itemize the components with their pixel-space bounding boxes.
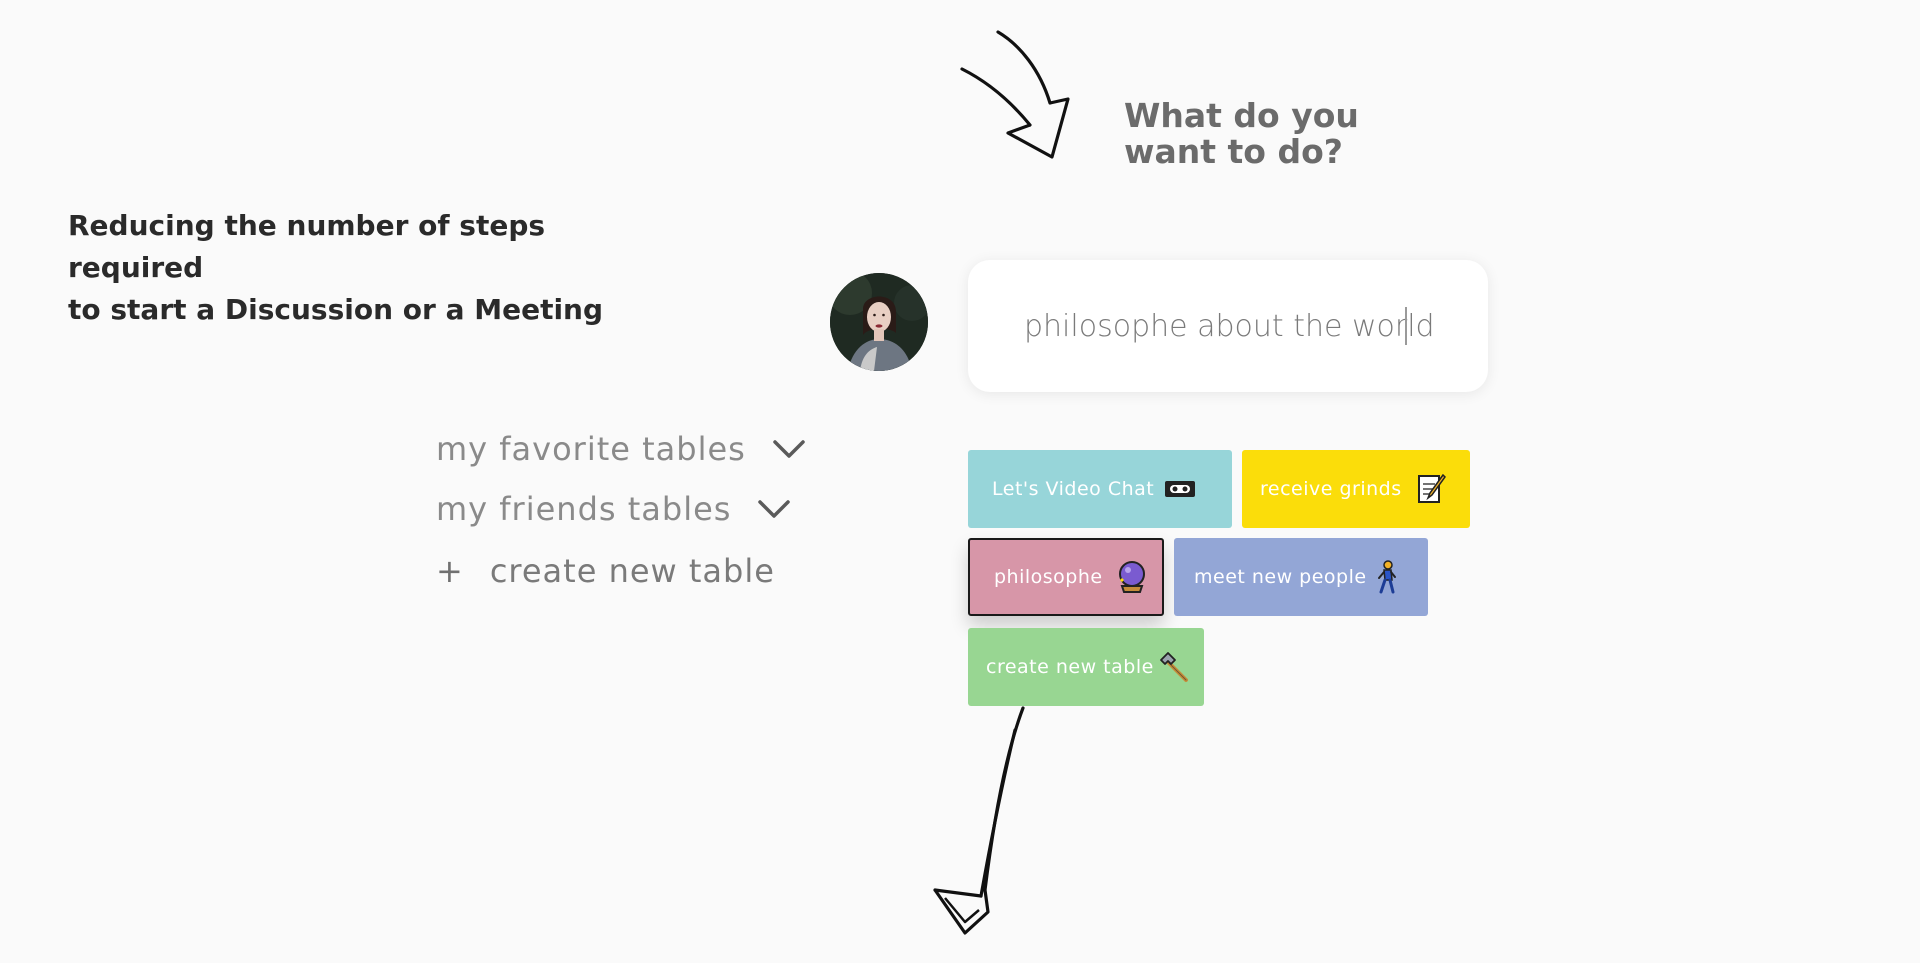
avatar[interactable] — [830, 273, 928, 371]
my-friends-tables-label: my friends tables — [436, 490, 732, 528]
chevron-down-icon — [773, 440, 805, 458]
create-new-table-chip[interactable]: create new table — [968, 628, 1204, 706]
my-friends-tables-toggle[interactable]: my friends tables — [436, 490, 791, 528]
user-portrait-icon — [830, 273, 928, 371]
video-chat-chip[interactable]: Let's Video Chat — [968, 450, 1232, 528]
person-walking-icon — [1378, 560, 1396, 594]
receive-grinds-label: receive grinds — [1260, 478, 1402, 500]
hand-drawn-arrow-icon — [960, 30, 1070, 159]
page-title: What do you want to do? — [1124, 98, 1384, 170]
text-caret — [1405, 307, 1407, 345]
memo-icon — [1418, 473, 1446, 503]
create-new-table-label: create new table — [489, 552, 775, 590]
chevron-down-icon — [758, 500, 791, 518]
my-favorite-tables-toggle[interactable]: my favorite tables — [436, 430, 806, 468]
crystal-ball-icon — [1119, 561, 1145, 593]
description-line-1: Reducing the number of steps required — [68, 209, 546, 284]
title-line-1: What do you — [1124, 96, 1359, 135]
create-new-table-link[interactable]: + create new table — [436, 552, 775, 590]
meet-new-people-chip[interactable]: meet new people — [1174, 538, 1428, 616]
activity-input-card — [968, 260, 1488, 392]
my-favorite-tables-label: my favorite tables — [436, 430, 746, 468]
description-line-2: to start a Discussion or a Meeting — [68, 293, 604, 326]
page: What do you want to do? Reducing the num… — [0, 0, 1920, 963]
activity-input[interactable] — [1024, 304, 1444, 348]
title-line-2: want to do? — [1124, 132, 1343, 171]
hand-drawn-arrow-icon — [933, 706, 1025, 935]
create-new-table-chip-label: create new table — [986, 656, 1154, 678]
meet-new-people-label: meet new people — [1194, 566, 1367, 588]
receive-grinds-chip[interactable]: receive grinds — [1242, 450, 1470, 528]
philosophe-chip[interactable]: philosophe — [968, 538, 1164, 616]
video-chat-label: Let's Video Chat — [992, 478, 1155, 500]
description-text: Reducing the number of steps required to… — [68, 205, 668, 331]
philosophe-label: philosophe — [994, 566, 1103, 588]
hammer-icon — [1160, 652, 1188, 682]
videocassette-icon — [1165, 481, 1195, 497]
plus-icon: + — [436, 552, 464, 590]
